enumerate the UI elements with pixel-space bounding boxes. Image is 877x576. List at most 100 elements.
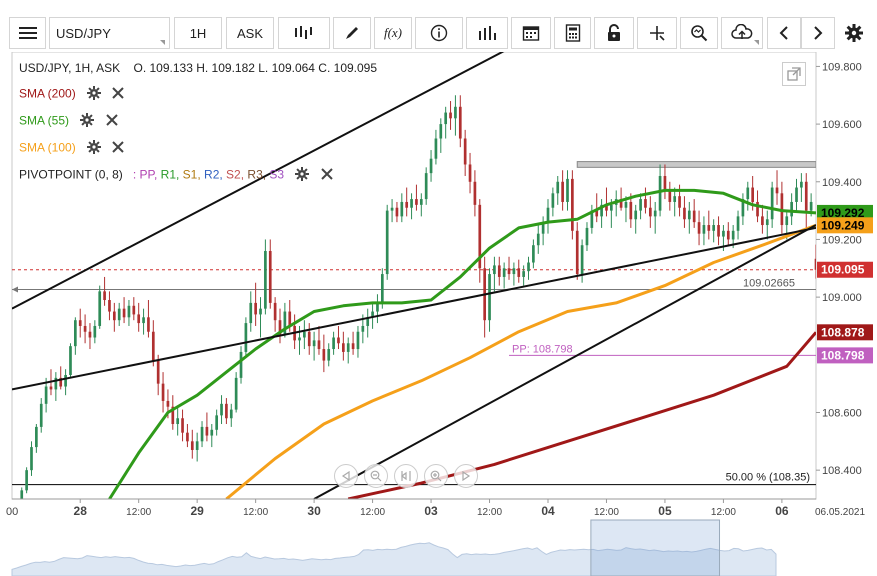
symbol-selector[interactable]: USD/JPY: [49, 17, 170, 49]
pivot-item: S1,: [179, 167, 201, 182]
candle-body: [463, 138, 467, 165]
pivot-item: R2,: [200, 167, 223, 182]
chart-type-button[interactable]: [278, 17, 330, 49]
candle-body: [712, 225, 716, 231]
cloud-upload-icon: [731, 24, 753, 39]
candle-body: [639, 199, 642, 211]
candle-body: [507, 268, 511, 275]
pivot-item: S2,: [222, 167, 245, 182]
candle-body: [346, 343, 350, 352]
price-badge-label: 108.798: [821, 348, 865, 362]
zoom-out-button[interactable]: [364, 464, 388, 488]
pivot-settings-button[interactable]: [295, 167, 310, 184]
candle-body: [361, 325, 365, 332]
reset-view-button[interactable]: [394, 464, 418, 488]
x-tick-label: 12:00: [594, 507, 619, 518]
legend-ohlc: O. 109.133 H. 109.182 L. 109.064 C. 109.…: [133, 61, 378, 75]
price-badge: 109.249: [817, 217, 873, 234]
timeframe-label: 1H: [189, 25, 207, 41]
candle-body: [731, 230, 735, 240]
candle-body: [556, 181, 560, 194]
close-icon: [321, 168, 333, 180]
cloud-upload-button[interactable]: [721, 17, 763, 49]
candle-body: [176, 418, 180, 425]
indicators-button[interactable]: f(x): [374, 17, 412, 49]
chevron-right-icon: [814, 26, 823, 40]
candle-body: [49, 386, 53, 390]
nav-back-button[interactable]: [334, 464, 358, 488]
calculator-button[interactable]: [554, 17, 591, 49]
candle-body: [395, 207, 399, 217]
popout-icon: [787, 67, 801, 81]
measure-label: 109.02665: [743, 277, 795, 289]
price-badge: 109.095: [817, 261, 873, 278]
info-icon: [430, 24, 448, 42]
scroll-left-button[interactable]: [767, 17, 801, 49]
candle-body: [195, 441, 199, 450]
sma200-label: SMA (200): [19, 86, 76, 101]
candle-body: [527, 262, 530, 272]
pivot-item: PP,: [139, 167, 158, 182]
candle-body: [634, 210, 638, 220]
candle-body: [726, 230, 730, 240]
candle: [385, 204, 389, 280]
sma55-remove-button[interactable]: [105, 114, 118, 129]
candle-body: [229, 409, 233, 419]
timeframe-selector[interactable]: 1H: [174, 17, 222, 49]
calendar-icon: [522, 26, 540, 41]
lock-icon: [608, 24, 620, 41]
volume-button[interactable]: [466, 17, 508, 49]
gear-icon: [87, 140, 102, 154]
candle-body: [629, 201, 633, 220]
candle-body: [804, 181, 808, 211]
candle-body: [429, 158, 433, 174]
candle-body: [390, 207, 394, 211]
candle-body: [765, 219, 769, 226]
price-chart[interactable]: 109.02665 PP: 108.798 50.00 % (108.35) 109…: [0, 51, 877, 576]
sma55-settings-button[interactable]: [80, 113, 95, 130]
zoom-button[interactable]: [680, 17, 718, 49]
candle-body: [419, 199, 423, 205]
candle-body: [25, 470, 28, 491]
candle-body: [127, 305, 131, 318]
y-tick-label: 109.200: [822, 234, 862, 246]
settings-button[interactable]: [838, 17, 870, 49]
candle-body: [249, 302, 253, 324]
candle-body: [468, 164, 472, 182]
calendar-button[interactable]: [511, 17, 551, 49]
candle-body: [566, 178, 569, 202]
candle-body: [385, 210, 389, 275]
sma100-label: SMA (100): [19, 140, 76, 155]
candle-body: [814, 258, 816, 270]
candle-body: [298, 337, 301, 341]
candle-body: [117, 308, 121, 321]
candle-body: [517, 268, 521, 277]
price-badge-label: 108.878: [821, 325, 865, 339]
sma200-remove-button[interactable]: [112, 87, 125, 102]
candle-body: [658, 176, 662, 211]
pivot-remove-button[interactable]: [321, 168, 333, 183]
popout-button[interactable]: [782, 62, 806, 86]
candle-body: [151, 331, 155, 361]
candle-body: [74, 320, 77, 347]
draw-tool-button[interactable]: [333, 17, 371, 49]
chart-area[interactable]: 109.02665 PP: 108.798 50.00 % (108.35) 109…: [0, 51, 877, 576]
sma100-remove-button[interactable]: [112, 141, 125, 156]
candle-body: [83, 325, 87, 332]
candle: [575, 222, 579, 280]
sma100-settings-button[interactable]: [87, 140, 102, 157]
scroll-right-button[interactable]: [801, 17, 835, 49]
lock-button[interactable]: [594, 17, 634, 49]
candle-body: [532, 245, 535, 263]
price-type-selector[interactable]: ASK: [226, 17, 274, 49]
zoom-in-button[interactable]: [424, 464, 448, 488]
sma200-settings-button[interactable]: [87, 86, 102, 103]
triangle-right-icon: [462, 471, 471, 481]
menu-button[interactable]: [9, 17, 46, 49]
crosshair-button[interactable]: [637, 17, 677, 49]
legend-sma55: SMA (55): [19, 113, 118, 130]
candle-body: [751, 187, 754, 202]
candle-body: [546, 207, 550, 223]
info-button[interactable]: [415, 17, 463, 49]
nav-forward-button[interactable]: [454, 464, 478, 488]
